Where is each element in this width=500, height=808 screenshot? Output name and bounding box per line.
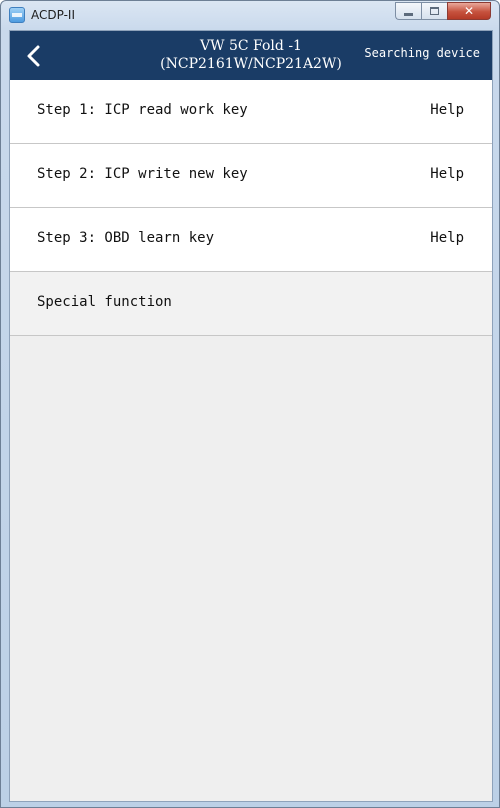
help-link[interactable]: Help	[430, 230, 464, 246]
menu-item-step3[interactable]: Step 3: OBD learn key Help	[10, 208, 492, 272]
page-title-line2: (NCP2161W/NCP21A2W)	[160, 56, 342, 72]
app-window: ACDP-II ✕ VW 5C Fold -1 (NCP2161W/NCP21A…	[0, 0, 500, 808]
top-header-bar: VW 5C Fold -1 (NCP2161W/NCP21A2W) Search…	[10, 31, 492, 80]
window-controls: ✕	[395, 2, 491, 20]
page-title-line1: VW 5C Fold -1	[200, 38, 302, 54]
app-content: VW 5C Fold -1 (NCP2161W/NCP21A2W) Search…	[9, 30, 493, 802]
app-icon	[9, 7, 25, 23]
menu-item-label: Special function	[37, 294, 172, 310]
back-button[interactable]	[24, 44, 44, 68]
page-title: VW 5C Fold -1 (NCP2161W/NCP21A2W)	[138, 37, 364, 73]
chevron-left-icon	[27, 45, 40, 67]
menu-item-label: Step 3: OBD learn key	[37, 230, 215, 246]
window-titlebar[interactable]: ACDP-II ✕	[1, 1, 499, 29]
close-button[interactable]: ✕	[447, 2, 491, 20]
minimize-icon	[404, 13, 413, 16]
menu-item-label: Step 1: ICP read work key	[37, 102, 248, 118]
function-menu: Step 1: ICP read work key Help Step 2: I…	[10, 80, 492, 336]
menu-item-step1[interactable]: Step 1: ICP read work key Help	[10, 80, 492, 144]
menu-item-label: Step 2: ICP write new key	[37, 166, 248, 182]
menu-item-step2[interactable]: Step 2: ICP write new key Help	[10, 144, 492, 208]
minimize-button[interactable]	[395, 2, 421, 20]
maximize-icon	[430, 7, 439, 15]
menu-item-special-function[interactable]: Special function	[10, 272, 492, 336]
help-link[interactable]: Help	[430, 166, 464, 182]
maximize-button[interactable]	[421, 2, 447, 20]
close-icon: ✕	[463, 4, 475, 18]
window-title: ACDP-II	[31, 8, 75, 22]
help-link[interactable]: Help	[430, 102, 464, 118]
device-status: Searching device	[364, 46, 480, 60]
